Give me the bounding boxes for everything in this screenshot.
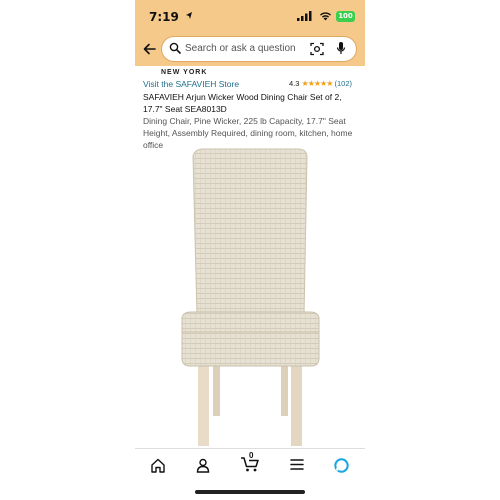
account-icon[interactable] [196,458,210,473]
alexa-icon[interactable] [334,458,349,473]
search-icon [169,42,181,54]
rating-value: 4.3 [289,79,300,88]
brand-logo-text: NEW YORK [161,69,208,76]
search-bar: Search or ask a question [135,36,365,66]
store-link[interactable]: Visit the SAFAVIEH Store [143,79,239,89]
menu-icon[interactable] [290,458,304,471]
cart-button[interactable]: 0 [240,451,260,474]
search-input[interactable]: Search or ask a question [162,37,356,61]
status-time: 7:19 [149,10,179,24]
microphone-icon[interactable] [336,41,346,56]
star-rating-icon: ★★★★★ [301,79,334,88]
wifi-icon [320,12,331,21]
phone-screen: 7:19 100 Search or ask a question NEW YO… [135,0,365,500]
rating-count: (102) [334,79,352,88]
back-arrow-icon[interactable] [143,43,156,55]
product-title: SAFAVIEH Arjun Wicker Wood Dining Chair … [143,92,342,114]
cart-count: 0 [249,451,254,460]
rating-summary[interactable]: 4.3 ★★★★★ (102) [289,79,352,88]
location-arrow-icon [186,12,192,19]
status-bar: 7:19 100 [135,0,365,36]
cellular-signal-icon [297,11,312,21]
home-icon[interactable] [150,458,166,473]
camera-scan-icon[interactable] [310,42,324,56]
battery-indicator: 100 [336,11,355,22]
product-image[interactable] [173,146,328,446]
home-indicator [195,490,305,494]
bottom-tab-bar: 0 [135,448,365,483]
search-placeholder: Search or ask a question [185,43,296,54]
